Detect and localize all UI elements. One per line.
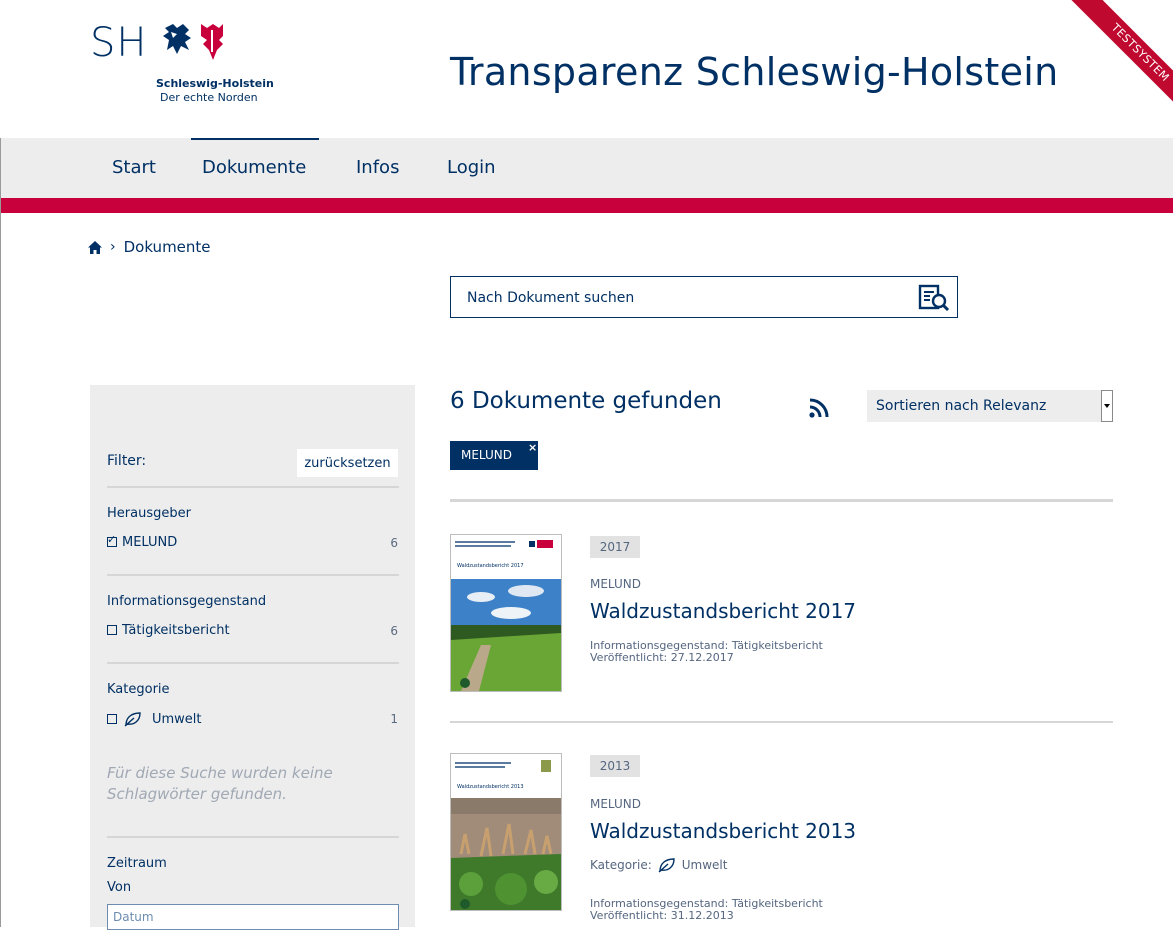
document-title-link[interactable]: Waldzustandsbericht 2017 <box>590 599 856 623</box>
test-ribbon-wrap: TESTSYSTEM <box>1053 0 1173 120</box>
document-published-date: Veröffentlicht: 31.12.2013 <box>590 909 734 922</box>
category-label: Kategorie: <box>590 858 652 872</box>
sort-select-value: Sortieren nach Relevanz <box>876 398 1047 414</box>
home-icon[interactable] <box>88 240 102 254</box>
chevron-right-icon: › <box>110 239 116 255</box>
nav-item-infos[interactable]: Infos <box>356 138 399 198</box>
filter-count: 1 <box>390 712 398 726</box>
category-value[interactable]: Umwelt <box>682 858 728 872</box>
date-from-field[interactable] <box>107 904 399 930</box>
nav-item-login[interactable]: Login <box>447 138 496 198</box>
filter-heading: Filter: <box>107 453 147 469</box>
filter-option-melund[interactable]: MELUND <box>107 533 178 550</box>
cover-title: Waldzustandsbericht 2013 <box>457 784 524 790</box>
site-header: SH Schleswig-Holstein Der echte Norden T… <box>0 0 1173 138</box>
filter-sidebar: Filter: zurücksetzen Herausgeber MELUND … <box>90 385 415 930</box>
checkbox[interactable] <box>107 625 117 635</box>
cover-image: Waldzustandsbericht 2017 <box>451 535 561 691</box>
nav-item-dokumente[interactable]: Dokumente <box>190 138 320 198</box>
coat-of-arms-icon <box>163 24 223 60</box>
filter-option-taetigkeitsbericht[interactable]: Tätigkeitsbericht <box>107 623 230 638</box>
results-divider <box>450 721 1113 723</box>
close-icon[interactable]: × <box>528 441 537 454</box>
filter-option-label: Tätigkeitsbericht <box>122 623 230 638</box>
document-cover-thumbnail[interactable]: Waldzustandsbericht 2017 <box>450 534 562 692</box>
filter-option-label: Umwelt <box>152 711 202 727</box>
breadcrumb-current: Dokumente <box>123 238 211 256</box>
results-count: 6 Dokumente gefunden <box>450 388 722 414</box>
document-published-date: Veröffentlicht: 27.12.2017 <box>590 651 734 664</box>
nav-accent-bar <box>1 198 1173 213</box>
logo-claim: Der echte Norden <box>160 91 258 104</box>
checkbox-checked[interactable] <box>107 533 117 547</box>
cover-title: Waldzustandsbericht 2017 <box>457 563 524 569</box>
document-title-link[interactable]: Waldzustandsbericht 2013 <box>590 819 856 843</box>
divider <box>107 574 399 576</box>
document-cover-thumbnail[interactable]: Waldzustandsbericht 2013 <box>450 753 562 911</box>
document-publisher: MELUND <box>590 577 642 591</box>
leaf-icon <box>124 712 141 727</box>
cover-image: Waldzustandsbericht 2013 <box>451 754 561 910</box>
filter-group-title-publisher: Herausgeber <box>107 506 191 521</box>
reset-filter-button[interactable]: zurücksetzen <box>297 449 398 477</box>
filter-option-label: MELUND <box>122 535 178 550</box>
divider <box>107 662 399 664</box>
active-filter-label: MELUND <box>461 448 513 462</box>
breadcrumb: › Dokumente <box>88 238 211 256</box>
divider <box>107 836 399 838</box>
filter-group-title-category: Kategorie <box>107 682 170 697</box>
checkbox[interactable] <box>107 714 117 724</box>
year-badge: 2013 <box>590 755 640 777</box>
filter-option-umwelt[interactable]: Umwelt <box>107 711 202 727</box>
document-publisher: MELUND <box>590 797 642 811</box>
sort-select[interactable]: Sortieren nach Relevanz <box>867 390 1113 422</box>
filter-count: 6 <box>390 536 398 550</box>
nav-item-start[interactable]: Start <box>112 138 156 198</box>
period-title: Zeitraum <box>107 856 167 871</box>
main-nav: Start Dokumente Infos Login <box>1 138 1173 198</box>
filter-count: 6 <box>390 624 398 638</box>
leaf-icon <box>658 858 675 873</box>
logo-sh-text: SH <box>90 20 148 66</box>
no-keywords-note: Für diese Suche wurden keine Schlagwörte… <box>107 764 333 803</box>
sh-logo[interactable]: SH Schleswig-Holstein Der echte Norden <box>90 18 274 118</box>
search-box <box>450 276 958 319</box>
testsystem-ribbon: TESTSYSTEM <box>1065 0 1173 120</box>
results-divider <box>450 499 1113 502</box>
year-badge: 2017 <box>590 536 640 558</box>
search-input[interactable] <box>465 277 909 319</box>
divider <box>107 486 399 488</box>
document-category: Kategorie: Umwelt <box>590 857 727 873</box>
filter-group-title-subject: Informationsgegenstand <box>107 594 267 609</box>
rss-feed-icon[interactable] <box>808 397 830 419</box>
active-filter-tag[interactable]: MELUND × <box>450 441 538 470</box>
search-document-icon[interactable] <box>917 284 953 312</box>
site-title: Transparenz Schleswig-Holstein <box>450 50 1059 94</box>
date-from-label: Von <box>107 880 132 895</box>
logo-state-name: Schleswig-Holstein <box>156 77 274 90</box>
chevron-down-icon[interactable] <box>1101 390 1113 422</box>
